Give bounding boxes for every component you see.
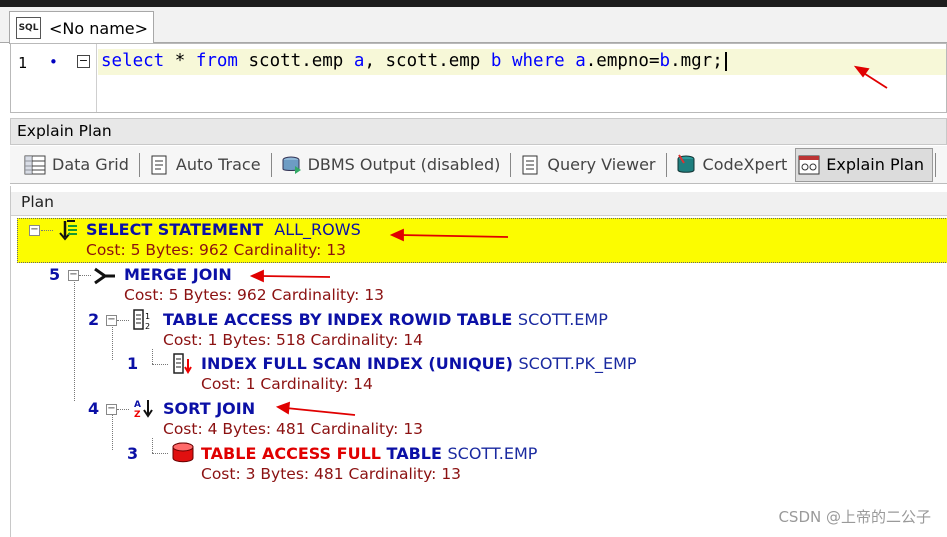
plan-node-index-full-scan[interactable]: INDEX FULL SCAN INDEX (UNIQUE) SCOTT.PK_… bbox=[201, 354, 637, 373]
tree-connector bbox=[152, 438, 153, 453]
tree-connector bbox=[41, 230, 53, 231]
plan-tree-view[interactable]: Plan − SELECT STATEMENT ALL_ROWS Cost: 5… bbox=[10, 186, 947, 537]
tab-no-name[interactable]: SQL <No name> bbox=[9, 11, 154, 44]
plan-node-stats: Cost: 1 Bytes: 518 Cardinality: 14 bbox=[163, 331, 424, 349]
fold-toggle-icon[interactable]: − bbox=[77, 55, 90, 68]
tab-data-grid[interactable]: Data Grid bbox=[22, 148, 137, 182]
tab-codexpert[interactable]: CodeXpert bbox=[673, 148, 796, 182]
window-top-bar bbox=[0, 0, 947, 7]
tab-auto-trace-label: Auto Trace bbox=[175, 155, 261, 174]
plan-node-id: 1 bbox=[127, 354, 139, 373]
editor-tab-strip: SQL <No name> bbox=[0, 7, 947, 44]
collapse-toggle-icon[interactable]: − bbox=[106, 404, 117, 415]
plan-node-stats: Cost: 3 Bytes: 481 Cardinality: 13 bbox=[201, 465, 462, 483]
plan-node-table-access-rowid[interactable]: TABLE ACCESS BY INDEX ROWID TABLE SCOTT.… bbox=[163, 310, 608, 329]
plan-node-stats: Cost: 5 Bytes: 962 Cardinality: 13 bbox=[124, 286, 385, 304]
query-viewer-icon bbox=[519, 155, 541, 175]
keyword-select: select bbox=[101, 51, 165, 71]
collapse-toggle-icon[interactable]: − bbox=[106, 315, 117, 326]
keyword-from: from bbox=[195, 51, 238, 71]
grid-icon bbox=[24, 155, 46, 175]
collapse-toggle-icon[interactable]: − bbox=[68, 270, 79, 281]
editor-gutter: 1 • − bbox=[11, 44, 97, 112]
tree-connector bbox=[79, 275, 91, 276]
plan-node-id: 5 bbox=[49, 265, 61, 284]
toolbar-divider bbox=[270, 152, 272, 177]
toolbar-divider bbox=[138, 152, 140, 177]
text-cursor bbox=[724, 51, 727, 71]
tab-query-viewer[interactable]: Query Viewer bbox=[517, 148, 663, 182]
tree-connector bbox=[74, 276, 75, 401]
keyword-where: where bbox=[511, 51, 565, 71]
select-statement-icon bbox=[59, 220, 77, 241]
plan-node-stats: Cost: 4 Bytes: 481 Cardinality: 13 bbox=[163, 420, 424, 438]
sql-file-icon: SQL bbox=[16, 17, 41, 39]
sql-editor[interactable]: 1 • − select * from scott.emp a, scott.e… bbox=[10, 43, 947, 113]
index-full-scan-icon bbox=[173, 353, 192, 374]
tab-label: <No name> bbox=[49, 18, 149, 38]
sql-code: select * from scott.emp a, scott.emp b w… bbox=[101, 51, 727, 71]
collapse-toggle-icon[interactable]: − bbox=[29, 225, 40, 236]
sort-join-icon: AZ bbox=[134, 400, 153, 419]
svg-text:Z: Z bbox=[134, 410, 141, 419]
explain-plan-icon bbox=[798, 155, 820, 175]
tree-connector bbox=[112, 410, 113, 450]
plan-node-stats: Cost: 1 Cardinality: 14 bbox=[201, 375, 373, 393]
output-tabs-toolbar: Data Grid Auto Trace DBMS Output (disabl… bbox=[10, 146, 947, 184]
merge-join-icon bbox=[94, 267, 115, 285]
plan-node-table-access-full[interactable]: TABLE ACCESS FULL TABLE SCOTT.EMP bbox=[201, 444, 537, 463]
table-access-full-icon bbox=[172, 442, 194, 463]
line-number: 1 bbox=[18, 54, 28, 72]
tree-connector bbox=[117, 320, 129, 321]
trace-icon bbox=[148, 155, 170, 175]
tab-auto-trace[interactable]: Auto Trace bbox=[146, 148, 269, 182]
tab-dbms-output[interactable]: DBMS Output (disabled) bbox=[278, 148, 509, 182]
tab-dbms-output-label: DBMS Output (disabled) bbox=[307, 155, 501, 174]
current-line[interactable]: select * from scott.emp a, scott.emp b w… bbox=[98, 49, 946, 75]
statement-bullet-icon: • bbox=[49, 53, 58, 71]
toolbar-divider bbox=[935, 152, 936, 177]
plan-node-sort-join[interactable]: SORT JOIN bbox=[163, 399, 255, 418]
tab-data-grid-label: Data Grid bbox=[52, 155, 129, 174]
tree-connector bbox=[152, 364, 168, 365]
tab-codexpert-label: CodeXpert bbox=[702, 155, 788, 174]
plan-node-id: 4 bbox=[88, 399, 100, 418]
toolbar-divider bbox=[510, 152, 512, 177]
tree-connector bbox=[117, 409, 129, 410]
tree-connector bbox=[152, 349, 153, 364]
alias-a: a bbox=[353, 51, 365, 71]
plan-node-id: 2 bbox=[88, 310, 100, 329]
svg-text:2: 2 bbox=[145, 322, 150, 331]
plan-node-select-statement[interactable]: SELECT STATEMENT ALL_ROWS bbox=[86, 220, 361, 239]
codexpert-icon bbox=[675, 153, 697, 175]
explain-plan-panel-title: Explain Plan bbox=[10, 118, 947, 145]
tab-explain-plan[interactable]: Explain Plan bbox=[795, 147, 933, 182]
alias-b: b bbox=[490, 51, 502, 71]
plan-column-header[interactable]: Plan bbox=[11, 192, 947, 216]
dbms-output-icon bbox=[280, 155, 302, 175]
tab-query-viewer-label: Query Viewer bbox=[547, 155, 656, 174]
svg-text:A: A bbox=[134, 400, 141, 410]
plan-node-stats: Cost: 5 Bytes: 962 Cardinality: 13 bbox=[86, 241, 347, 259]
alias-b-ref: b bbox=[659, 51, 671, 71]
table-access-rowid-icon: 12 bbox=[133, 309, 150, 331]
tree-connector bbox=[112, 320, 113, 360]
alias-a-ref: a bbox=[575, 51, 586, 71]
tab-explain-plan-label: Explain Plan bbox=[826, 155, 924, 174]
toolbar-divider bbox=[665, 152, 667, 177]
tree-connector bbox=[152, 453, 168, 454]
plan-node-merge-join[interactable]: MERGE JOIN bbox=[124, 265, 232, 284]
watermark: CSDN @上帝的二公子 bbox=[778, 508, 931, 526]
plan-node-id: 3 bbox=[127, 444, 139, 463]
svg-text:1: 1 bbox=[145, 312, 150, 321]
